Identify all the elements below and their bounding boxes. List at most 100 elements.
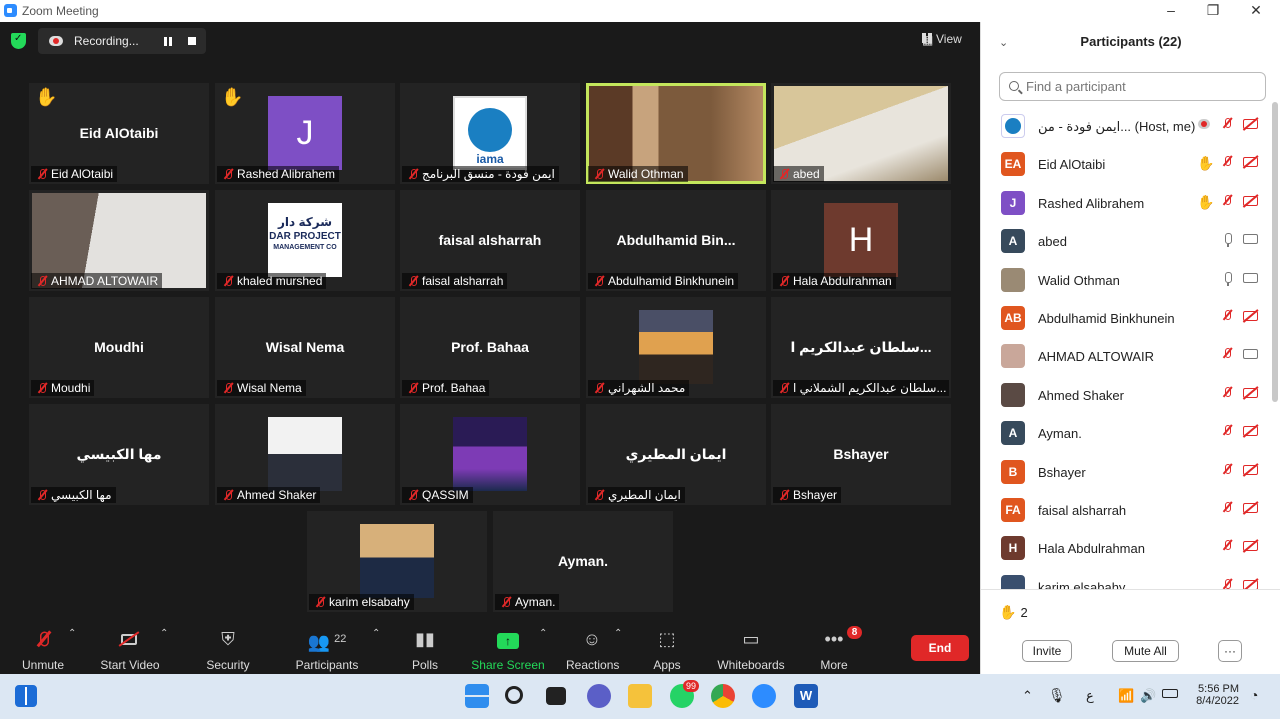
reactions-options-caret[interactable]: ⌃ — [614, 628, 622, 639]
video-tile[interactable]: AHMAD ALTOWAIR — [29, 190, 209, 291]
mic-icon[interactable] — [1222, 271, 1233, 286]
teams-chat-icon[interactable] — [587, 684, 611, 708]
video-tile[interactable]: شركة دار DAR PROJECT MANAGEMENT CO khaled m… — [215, 190, 395, 291]
participant-row[interactable]: FA faisal alsharrah — [981, 490, 1271, 528]
participant-row[interactable]: EA Eid AlOtaibi ✋ — [981, 144, 1271, 182]
share-screen-button[interactable]: ↑ Share Screen — [471, 626, 545, 672]
video-tile[interactable]: abed — [771, 83, 951, 184]
mic-muted-icon[interactable] — [1222, 578, 1233, 589]
video-tile[interactable]: H Hala Abdulrahman — [771, 190, 951, 291]
mic-icon[interactable] — [1222, 233, 1233, 248]
show-hidden-icons-chevron-icon[interactable]: ⌃ — [1022, 688, 1033, 704]
video-tile[interactable]: faisal alsharrah faisal alsharrah — [400, 190, 580, 291]
mic-muted-icon[interactable] — [1222, 540, 1233, 554]
mic-muted-icon[interactable] — [1222, 156, 1233, 170]
encryption-shield-icon[interactable] — [11, 33, 26, 49]
video-tile[interactable]: Ahmed Shaker — [215, 404, 395, 505]
mic-muted-icon[interactable] — [1222, 194, 1233, 209]
word-icon[interactable]: W — [794, 684, 818, 708]
participants-button[interactable]: 👥 22 Participants — [293, 626, 361, 672]
zoom-taskbar-icon[interactable] — [752, 684, 776, 708]
video-tile[interactable]: Walid Othman — [586, 83, 766, 184]
video-tile[interactable]: QASSIM — [400, 404, 580, 505]
video-off-icon[interactable] — [1243, 157, 1258, 168]
video-options-caret[interactable]: ⌃ — [160, 628, 168, 639]
reactions-button[interactable]: ☺ Reactions — [566, 626, 619, 672]
video-tile[interactable]: ايمان المطيري ايمان المطيري — [586, 404, 766, 505]
minimize-button[interactable]: – — [1162, 2, 1180, 18]
video-tile[interactable]: Wisal Nema Wisal Nema — [215, 297, 395, 398]
video-tile[interactable]: سلطان عبدالكريم ا... سلطان عبدالكريم الشم… — [771, 297, 951, 398]
video-icon[interactable] — [1243, 234, 1258, 245]
whiteboards-button[interactable]: ▭ Whiteboards — [716, 626, 786, 672]
panel-more-button[interactable]: ··· — [1218, 640, 1242, 662]
file-explorer-icon[interactable] — [628, 684, 652, 708]
video-tile[interactable]: محمد الشهراني — [586, 297, 766, 398]
participant-row[interactable]: J Rashed Alibrahem ✋ — [981, 183, 1271, 221]
participant-row[interactable]: Aabed — [981, 221, 1271, 259]
mic-tray-icon[interactable]: 🎙 — [1048, 687, 1066, 704]
mic-muted-icon[interactable] — [1222, 386, 1233, 401]
audio-options-caret[interactable]: ⌃ — [68, 628, 76, 639]
video-off-icon[interactable] — [1243, 579, 1258, 589]
start-video-button[interactable]: Start Video — [98, 626, 162, 672]
video-off-icon[interactable] — [1243, 503, 1258, 513]
video-off-icon[interactable] — [1243, 119, 1258, 129]
notification-icon[interactable]: ◔ — [1250, 687, 1258, 703]
battery-icon[interactable] — [1162, 689, 1178, 698]
widgets-icon[interactable] — [15, 685, 37, 707]
video-off-icon[interactable] — [1243, 195, 1258, 206]
video-off-icon[interactable] — [1243, 387, 1258, 398]
close-button[interactable]: ✕ — [1247, 2, 1265, 18]
view-button[interactable]: ▦ View — [922, 32, 962, 47]
participant-row[interactable]: H Hala Abdulrahman — [981, 528, 1271, 566]
mic-muted-icon[interactable] — [1222, 118, 1233, 132]
video-icon[interactable] — [1243, 349, 1258, 360]
participant-row[interactable]: AHMAD ALTOWAIR — [981, 336, 1271, 374]
video-tile[interactable]: Moudhi Moudhi — [29, 297, 209, 398]
participant-row[interactable]: Ahmed Shaker — [981, 375, 1271, 413]
participant-row[interactable]: A Ayman. — [981, 413, 1271, 451]
participant-row[interactable]: ايمن فودة - من... (Host, me) — [981, 106, 1271, 144]
volume-icon[interactable]: 🔊 — [1140, 688, 1156, 704]
mute-all-button[interactable]: Mute All — [1112, 640, 1179, 662]
participant-row[interactable]: Walid Othman — [981, 260, 1271, 298]
polls-button[interactable]: ▮▮ Polls — [405, 626, 445, 672]
video-tile[interactable]: مها الكبيسي مها الكبيسي — [29, 404, 209, 505]
stop-recording-button[interactable] — [188, 37, 196, 45]
chrome-icon[interactable] — [711, 684, 735, 708]
pause-recording-button[interactable] — [164, 37, 172, 46]
video-tile[interactable]: Abdulhamid Bin... Abdulhamid Binkhunein — [586, 190, 766, 291]
video-tile[interactable]: Bshayer Bshayer — [771, 404, 951, 505]
video-tile[interactable]: Prof. Bahaa Prof. Bahaa — [400, 297, 580, 398]
task-view-icon[interactable] — [546, 687, 566, 705]
video-tile[interactable]: Eid AlOtaibi ✋ Eid AlOtaibi — [29, 83, 209, 184]
video-off-icon[interactable] — [1243, 311, 1258, 321]
video-off-icon[interactable] — [1243, 541, 1258, 552]
language-indicator[interactable]: ع — [1086, 688, 1094, 704]
mic-muted-icon[interactable] — [1222, 502, 1233, 516]
video-tile[interactable]: Ayman. Ayman. — [493, 511, 673, 612]
participant-row[interactable]: karim elsabahy — [981, 567, 1271, 589]
invite-button[interactable]: Invite — [1022, 640, 1072, 662]
video-tile[interactable]: J ✋ Rashed Alibrahem — [215, 83, 395, 184]
restore-button[interactable]: ❐ — [1204, 2, 1222, 18]
video-tile[interactable]: karim elsabahy — [307, 511, 487, 612]
search-taskbar-icon[interactable] — [505, 686, 523, 704]
participant-row[interactable]: AB Abdulhamid Binkhunein — [981, 298, 1271, 336]
mic-muted-icon[interactable] — [1222, 348, 1233, 362]
mic-muted-icon[interactable] — [1222, 310, 1233, 324]
start-icon[interactable] — [465, 684, 489, 708]
video-off-icon[interactable] — [1243, 426, 1258, 437]
search-participant-input[interactable]: Find a participant — [999, 72, 1266, 101]
video-icon[interactable] — [1243, 272, 1258, 283]
video-off-icon[interactable] — [1243, 464, 1258, 475]
mic-muted-icon[interactable] — [1222, 463, 1233, 478]
wifi-icon[interactable]: 📶 — [1118, 688, 1134, 704]
participant-row[interactable]: B Bshayer — [981, 452, 1271, 490]
mic-muted-icon[interactable] — [1222, 425, 1233, 439]
share-options-caret[interactable]: ⌃ — [539, 628, 547, 639]
video-tile[interactable]: iama ايمن فودة - منسق البرنامج — [400, 83, 580, 184]
apps-button[interactable]: ⬚ Apps — [647, 626, 687, 672]
security-button[interactable]: ⛨ Security — [203, 626, 253, 672]
